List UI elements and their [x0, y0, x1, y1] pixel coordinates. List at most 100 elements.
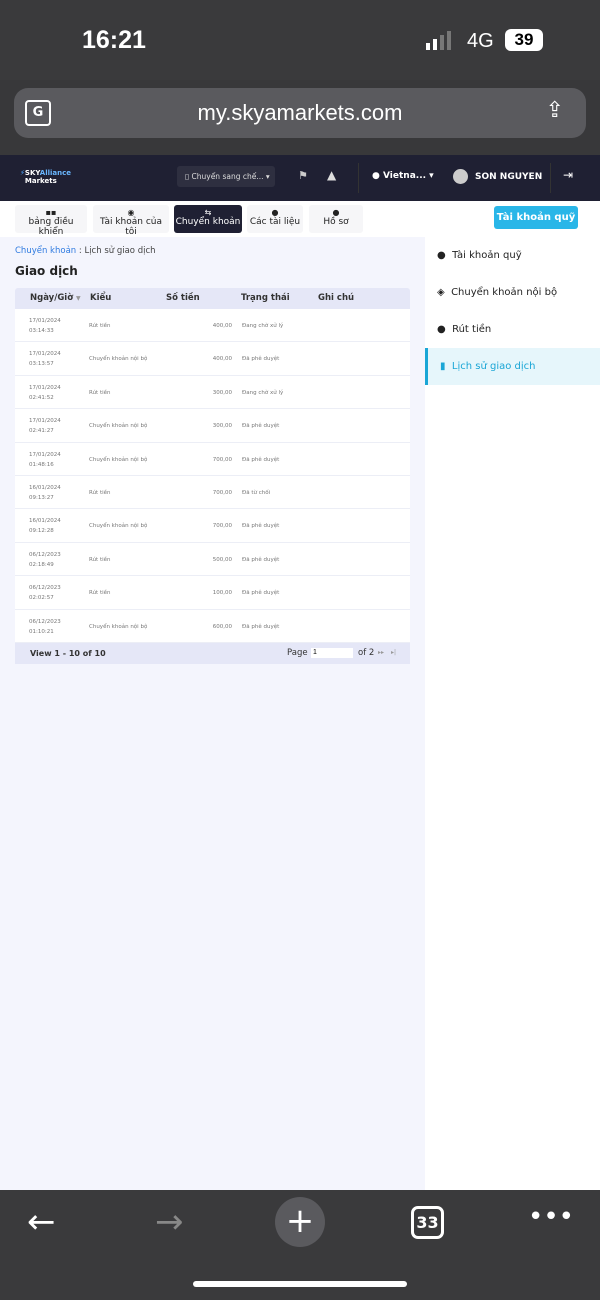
flag-icon[interactable]: ⚑	[298, 169, 308, 182]
cell-status: Đang chờ xử lý	[242, 389, 284, 396]
page-title: Giao dịch	[15, 264, 78, 278]
address-bar[interactable]: G my.skyamarkets.com ⇪	[14, 88, 586, 138]
table-row: 17/01/2024 02:41:27 Chuyển khoản nội bộ 300…	[15, 409, 410, 443]
translate-icon[interactable]: G	[25, 100, 51, 126]
col-note: Ghi chú	[318, 293, 355, 303]
cell-status: Đã từ chối	[242, 489, 271, 496]
sort-icon: ▼	[76, 295, 81, 302]
tabs-button[interactable]: 33	[411, 1206, 444, 1239]
cell-time: 09:12:28	[29, 528, 54, 535]
cell-time: 02:02:57	[29, 595, 54, 602]
table-row: 06/12/2023 02:02:57 Rút tiền 100,00 Đã phê d…	[15, 576, 410, 610]
cell-amount: 400,00	[212, 323, 232, 329]
logo[interactable]: ⚡SKYAlliance Markets	[20, 169, 71, 185]
table-row: 16/01/2024 09:12:28 Chuyển khoản nội bộ 700…	[15, 509, 410, 543]
sidebar-item-fund-account[interactable]: ● Tài khoản quỹ	[425, 237, 600, 274]
divider	[550, 163, 551, 193]
back-icon[interactable]: ←	[27, 1202, 56, 1242]
cell-status: Đã phê duyệt	[242, 590, 280, 597]
tab-dashboard[interactable]: ▪▪ bảng điều khiển	[15, 205, 87, 237]
mode-switch-dropdown[interactable]: ▯ Chuyển sang chế... ▾	[177, 166, 275, 187]
tab-label: Chuyển khoản	[175, 217, 241, 227]
cell-time: 02:41:27	[29, 428, 54, 435]
breadcrumb: Chuyển khoản : Lịch sử giao dịch	[15, 246, 156, 256]
cell-date: 17/01/2024	[29, 384, 61, 391]
tab-transfer[interactable]: ⇆ Chuyển khoản	[174, 205, 242, 233]
cell-time: 01:10:21	[29, 628, 54, 635]
grid-icon: ▪▪	[45, 208, 57, 217]
table-row: 06/12/2023 01:10:21 Chuyển khoản nội bộ 600…	[15, 609, 410, 643]
cell-amount: 600,00	[212, 623, 232, 630]
cell-status: Đã phê duyệt	[242, 523, 280, 530]
cell-type: Rút tiền	[89, 556, 111, 563]
col-type: Kiểu	[90, 293, 112, 303]
sidebar: ● Tài khoản quỹ ◈ Chuyển khoản nội bộ ● …	[425, 237, 600, 1190]
cell-status: Đã phê duyệt	[242, 423, 280, 430]
sidebar-item-history[interactable]: ▮ Lịch sử giao dịch	[425, 348, 600, 385]
transfer-icon: ◈	[437, 287, 445, 298]
cell-amount: 700,00	[212, 523, 232, 530]
cell-type: Chuyển khoản nội bộ	[89, 356, 148, 363]
cell-type: Rút tiền	[89, 590, 111, 597]
table-row: 16/01/2024 09:13:27 Rút tiền 700,00 Đã từ ch…	[15, 475, 410, 510]
cell-status: Đang chờ xử lý	[242, 323, 284, 329]
language-dropdown[interactable]: ● Vietna... ▾	[372, 171, 434, 181]
sidebar-label: Tài khoản quỹ	[452, 250, 522, 261]
warning-icon[interactable]: ▲	[327, 168, 336, 182]
home-indicator	[193, 1281, 407, 1287]
breadcrumb-link[interactable]: Chuyển khoản	[15, 246, 76, 256]
table-row: 17/01/2024 03:14:33 Rút tiền 400,00 Đang chờ…	[15, 309, 410, 343]
sidebar-item-internal-transfer[interactable]: ◈ Chuyển khoản nội bộ	[425, 274, 600, 311]
docs-icon: ●	[271, 208, 279, 217]
cell-amount: 400,00	[212, 356, 232, 363]
forward-icon[interactable]: →	[155, 1202, 184, 1242]
col-date[interactable]: Ngày/Giờ ▼	[30, 293, 81, 303]
tab-profile[interactable]: ● Hồ sơ	[309, 205, 363, 233]
table-row: 17/01/2024 02:41:52 Rút tiền 300,00 Đang chờ…	[15, 375, 410, 410]
next-page-icon[interactable]: ▸▸	[378, 649, 384, 656]
table-row: 17/01/2024 03:13:57 Chuyển khoản nội bộ 400…	[15, 342, 410, 376]
cell-amount: 500,00	[212, 556, 232, 563]
fund-account-button[interactable]: Tài khoản quỹ	[494, 206, 578, 229]
tab-label: Hồ sơ	[323, 217, 349, 227]
share-icon[interactable]: ⇪	[546, 98, 564, 123]
cell-amount: 100,00	[212, 590, 232, 597]
logout-icon[interactable]: ⇥	[563, 168, 573, 182]
sidebar-label: Chuyển khoản nội bộ	[451, 287, 558, 298]
signal-icon	[426, 31, 451, 50]
url-text[interactable]: my.skyamarkets.com	[14, 88, 586, 138]
table-header: Ngày/Giờ ▼ Kiểu Số tiền Trạng thái Ghi c…	[15, 288, 410, 309]
cell-type: Rút tiền	[89, 389, 111, 396]
cell-time: 03:14:33	[29, 328, 54, 334]
battery-icon: 39	[505, 29, 543, 51]
col-date-label: Ngày/Giờ	[30, 293, 74, 303]
tab-my-account[interactable]: ◉ Tài khoản của tôi	[93, 205, 169, 237]
tab-documents[interactable]: ● Các tài liệu	[247, 205, 303, 233]
user-circle-icon: ◉	[127, 208, 135, 217]
history-icon: ▮	[440, 361, 446, 372]
cell-time: 03:13:57	[29, 361, 54, 368]
page-input[interactable]	[311, 647, 353, 658]
view-count: View 1 - 10 of 10	[30, 648, 106, 658]
fund-icon: ●	[437, 250, 446, 261]
status-bar: 16:21 4G 39	[0, 0, 600, 80]
tab-label: Các tài liệu	[249, 217, 301, 227]
more-icon[interactable]: •••	[528, 1202, 574, 1232]
cell-time: 09:13:27	[29, 494, 54, 501]
page-total: of 2	[358, 647, 375, 658]
tab-label: Tài khoản của tôi	[100, 217, 162, 237]
cell-status: Đã phê duyệt	[242, 623, 280, 630]
page-label: Page	[287, 647, 308, 658]
last-page-icon[interactable]: ▸|	[391, 649, 396, 656]
new-tab-button[interactable]: +	[275, 1197, 325, 1247]
avatar[interactable]	[453, 169, 468, 184]
transactions-table: Ngày/Giờ ▼ Kiểu Số tiền Trạng thái Ghi c…	[15, 288, 410, 664]
cell-time: 02:18:49	[29, 561, 54, 568]
sidebar-item-withdraw[interactable]: ● Rút tiền	[425, 311, 600, 348]
cell-date: 17/01/2024	[29, 351, 61, 358]
person-icon: ●	[332, 208, 340, 217]
cell-date: 06/12/2023	[29, 618, 61, 625]
cell-date: 06/12/2023	[29, 551, 61, 558]
user-name[interactable]: SON NGUYEN	[475, 172, 542, 182]
tab-label: bảng điều khiển	[28, 217, 74, 237]
